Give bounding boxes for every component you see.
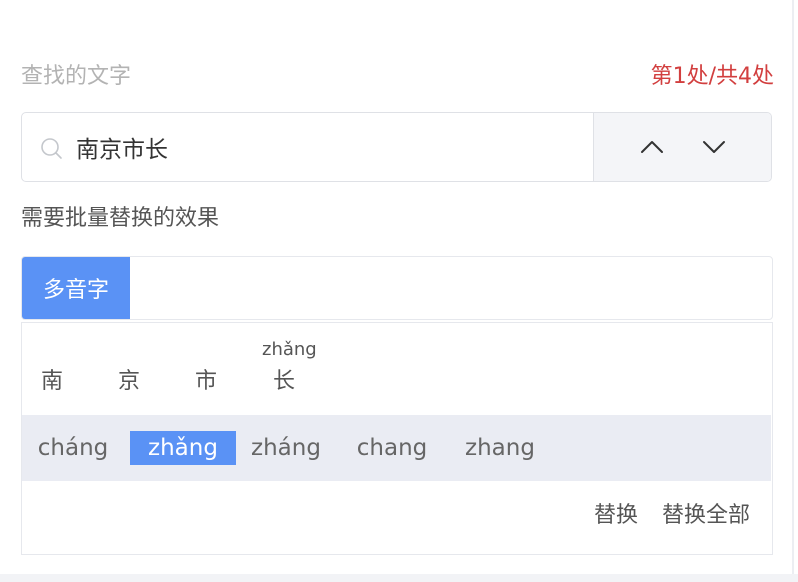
pinyin-option-selected[interactable]: zhǎng [130,431,236,465]
match-counter: 第1处/共4处 [650,64,774,89]
previous-match-button[interactable] [639,134,665,160]
pinyin-option[interactable]: zháng [248,431,324,465]
nav-buttons [593,113,771,181]
tab-polyphonic[interactable]: 多音字 [22,257,130,319]
pinyin-option[interactable]: cháng [34,431,112,465]
search-box [21,112,772,182]
tabs-bar: 多音字 [21,256,773,320]
replace-button[interactable]: 替换 [594,501,638,531]
pinyin-option[interactable]: chang [354,431,430,465]
character-item: 京 [118,369,141,394]
pinyin-option[interactable]: zhang [462,431,538,465]
chevron-down-icon [702,141,725,153]
character-item: 市 [195,369,218,394]
search-input[interactable] [76,134,576,160]
find-label: 查找的文字 [21,64,132,89]
effect-label: 需要批量替换的效果 [21,206,220,231]
character-item[interactable]: 长 [273,363,295,395]
character-pinyin: zhǎng [262,339,317,360]
replace-all-button[interactable]: 替换全部 [662,501,750,531]
next-match-button[interactable] [701,134,727,160]
search-icon [41,138,62,159]
pinyin-options-row: cháng zhǎng zháng chang zhang [22,415,771,481]
character-item: 南 [41,369,64,394]
chevron-up-icon [640,141,663,153]
bottom-border [0,574,798,582]
right-border [792,0,794,582]
search-input-wrap [22,113,593,181]
polyphonic-panel: 南 京 市 zhǎng 长 cháng zhǎng zháng chang zh… [21,322,773,555]
